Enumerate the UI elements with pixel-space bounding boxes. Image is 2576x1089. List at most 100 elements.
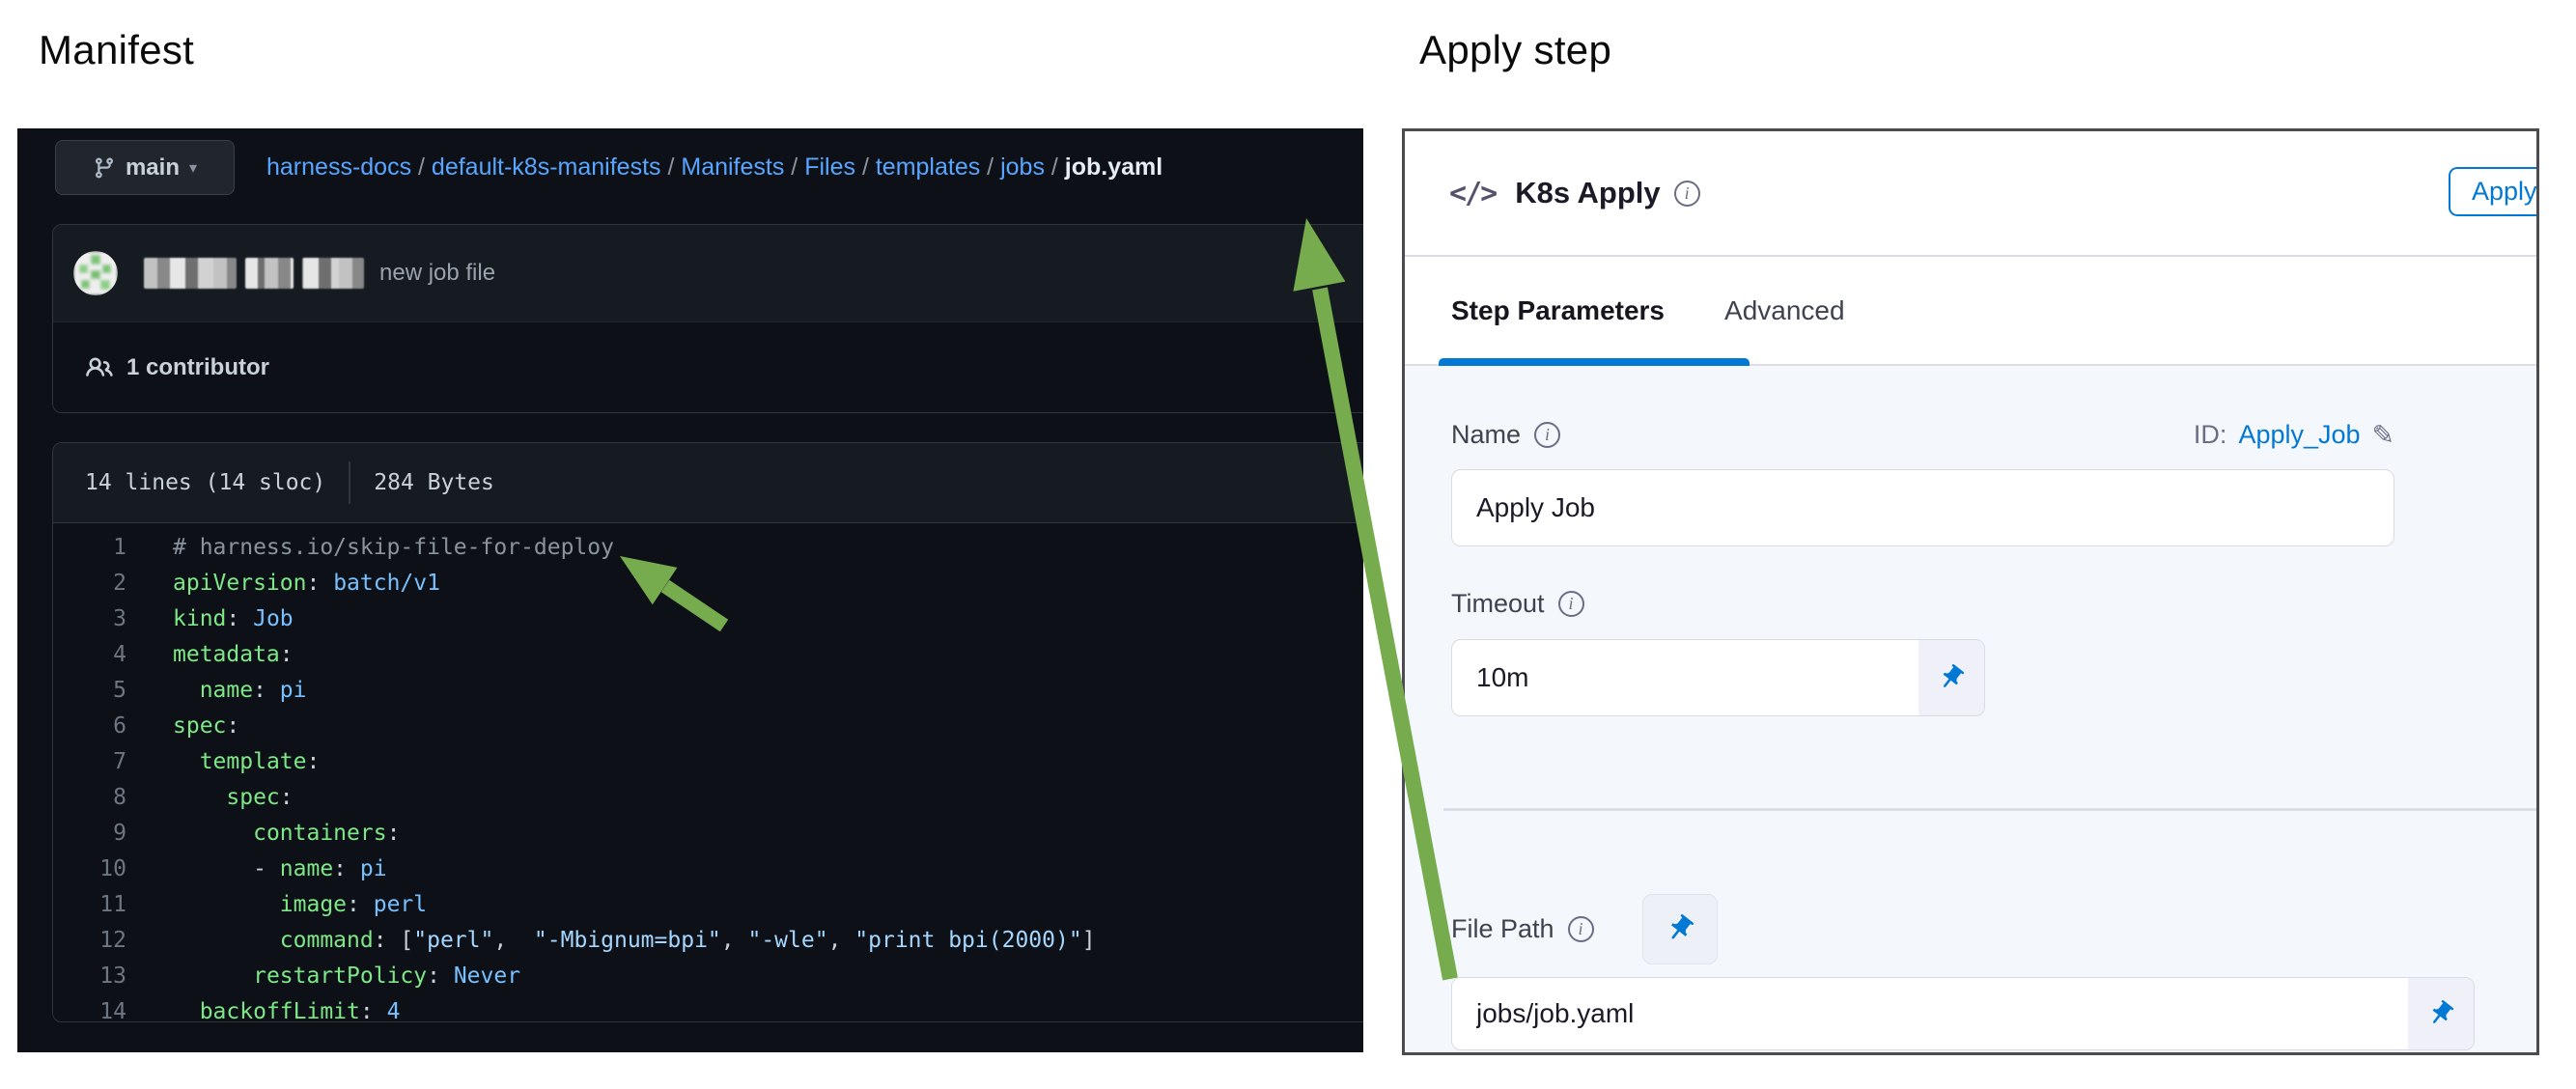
line-number[interactable]: 8 xyxy=(53,785,126,810)
breadcrumb: harness-docs / default-k8s-manifests / M… xyxy=(266,140,1162,195)
code-line: 14 backoffLimit: 4 xyxy=(53,993,1363,1022)
code-line: 2apiVersion: batch/v1 xyxy=(53,565,1363,600)
breadcrumb-link[interactable]: templates xyxy=(876,154,980,182)
code-text: command: ["perl", "-Mbignum=bpi", "-wle"… xyxy=(126,928,1096,953)
contributors-row[interactable]: 1 contributor xyxy=(53,321,1363,413)
breadcrumb-separator: / xyxy=(980,154,1000,182)
code-text: spec: xyxy=(126,713,239,739)
line-number[interactable]: 7 xyxy=(53,749,126,774)
code-text: backoffLimit: 4 xyxy=(126,999,400,1023)
info-icon[interactable]: i xyxy=(1568,916,1594,942)
info-icon[interactable]: i xyxy=(1534,422,1560,448)
info-icon[interactable]: i xyxy=(1674,181,1700,207)
code-line: 9 containers: xyxy=(53,815,1363,851)
file-path-input[interactable] xyxy=(1452,978,2408,1049)
meta-divider xyxy=(349,461,350,504)
step-title: K8s Apply xyxy=(1515,176,1660,210)
line-number[interactable]: 6 xyxy=(53,713,126,739)
file-path-pin-toggle[interactable] xyxy=(2408,978,2474,1049)
latest-commit-box: new job file 1 contributor xyxy=(52,224,1363,413)
chevron-down-icon: ▾ xyxy=(189,158,197,178)
line-number[interactable]: 11 xyxy=(53,892,126,917)
breadcrumb-link[interactable]: Files xyxy=(804,154,855,182)
line-number[interactable]: 14 xyxy=(53,999,126,1023)
code-text: restartPolicy: Never xyxy=(126,963,520,989)
code-line: 5 name: pi xyxy=(53,672,1363,708)
step-header: </> K8s Apply i Apply xyxy=(1405,131,2536,257)
line-number[interactable]: 1 xyxy=(53,535,126,560)
id-label: ID: xyxy=(2194,420,2227,450)
name-field-container xyxy=(1451,469,2394,546)
apply-changes-button[interactable]: Apply xyxy=(2449,167,2539,216)
code-text: # harness.io/skip-file-for-deploy xyxy=(126,535,614,560)
code-line: 6spec: xyxy=(53,708,1363,743)
tab-advanced[interactable]: Advanced xyxy=(1724,295,1845,326)
file-path-field-label: File Path i xyxy=(1451,914,1594,944)
code-line: 12 command: ["perl", "-Mbignum=bpi", "-w… xyxy=(53,922,1363,958)
timeout-field-container xyxy=(1451,639,1985,716)
github-file-panel: main ▾ harness-docs / default-k8s-manife… xyxy=(17,128,1363,1052)
active-tab-underline xyxy=(1439,358,1750,366)
file-path-field-container xyxy=(1451,977,2475,1050)
section-divider xyxy=(1443,808,2536,811)
breadcrumb-separator: / xyxy=(1045,154,1065,182)
breadcrumb-current-file: job.yaml xyxy=(1065,154,1162,182)
avatar[interactable] xyxy=(73,251,118,295)
code-text: name: pi xyxy=(126,678,307,703)
line-number[interactable]: 12 xyxy=(53,928,126,953)
branch-selector-button[interactable]: main ▾ xyxy=(55,140,235,195)
code-line: 7 template: xyxy=(53,743,1363,779)
pin-icon xyxy=(2421,993,2461,1034)
timeout-input[interactable] xyxy=(1452,640,1918,715)
step-parameters-form: Name i ID: Apply_Job ✎ Timeout i xyxy=(1405,366,2536,1052)
line-number[interactable]: 5 xyxy=(53,678,126,703)
code-line: 11 image: perl xyxy=(53,886,1363,922)
code-line: 1# harness.io/skip-file-for-deploy xyxy=(53,529,1363,565)
code-text: containers: xyxy=(126,821,400,846)
breadcrumb-separator: / xyxy=(411,154,432,182)
file-content-box: 14 lines (14 sloc) 284 Bytes 1# harness.… xyxy=(52,442,1363,1022)
breadcrumb-link[interactable]: jobs xyxy=(1000,154,1045,182)
tab-step-parameters[interactable]: Step Parameters xyxy=(1451,295,1665,326)
code-text: spec: xyxy=(126,785,294,810)
breadcrumb-separator: / xyxy=(784,154,804,182)
name-input[interactable] xyxy=(1452,470,2394,545)
file-meta-bar: 14 lines (14 sloc) 284 Bytes xyxy=(53,443,1363,523)
file-path-pin-button[interactable] xyxy=(1642,894,1718,964)
step-id-group: ID: Apply_Job ✎ xyxy=(2194,419,2394,451)
code-line: 4metadata: xyxy=(53,636,1363,672)
line-number[interactable]: 2 xyxy=(53,571,126,596)
code-viewer: 1# harness.io/skip-file-for-deploy2apiVe… xyxy=(53,523,1363,1022)
timeout-field-label: Timeout i xyxy=(1451,577,1584,629)
breadcrumb-link[interactable]: Manifests xyxy=(681,154,784,182)
contributor-count: 1 contributor xyxy=(126,354,269,381)
commit-message[interactable]: new job file xyxy=(379,260,495,287)
breadcrumb-link[interactable]: harness-docs xyxy=(266,154,411,182)
edit-pencil-icon[interactable]: ✎ xyxy=(2372,419,2394,451)
line-number[interactable]: 3 xyxy=(53,606,126,631)
code-text: kind: Job xyxy=(126,606,294,631)
pin-icon xyxy=(1658,908,1701,951)
code-line: 10 - name: pi xyxy=(53,851,1363,886)
code-line: 8 spec: xyxy=(53,779,1363,815)
code-text: metadata: xyxy=(126,642,294,667)
name-field-label: Name i xyxy=(1451,420,1560,450)
step-id-value[interactable]: Apply_Job xyxy=(2238,420,2360,450)
commit-header-row[interactable]: new job file xyxy=(53,225,1363,321)
line-number[interactable]: 10 xyxy=(53,856,126,881)
breadcrumb-link[interactable]: default-k8s-manifests xyxy=(432,154,661,182)
line-number[interactable]: 13 xyxy=(53,963,126,989)
code-line: 13 restartPolicy: Never xyxy=(53,958,1363,993)
people-icon xyxy=(86,354,113,381)
file-line-count: 14 lines (14 sloc) xyxy=(85,470,325,495)
line-number[interactable]: 9 xyxy=(53,821,126,846)
screenshot-canvas: Manifest Apply step main ▾ harness-docs … xyxy=(0,0,2576,1089)
branch-name: main xyxy=(126,154,180,182)
code-text: apiVersion: batch/v1 xyxy=(126,571,440,596)
breadcrumb-separator: / xyxy=(661,154,682,182)
line-number[interactable]: 4 xyxy=(53,642,126,667)
git-branch-icon xyxy=(93,156,116,180)
timeout-pin-toggle[interactable] xyxy=(1918,640,1984,715)
code-text: image: perl xyxy=(126,892,427,917)
info-icon[interactable]: i xyxy=(1558,591,1584,617)
